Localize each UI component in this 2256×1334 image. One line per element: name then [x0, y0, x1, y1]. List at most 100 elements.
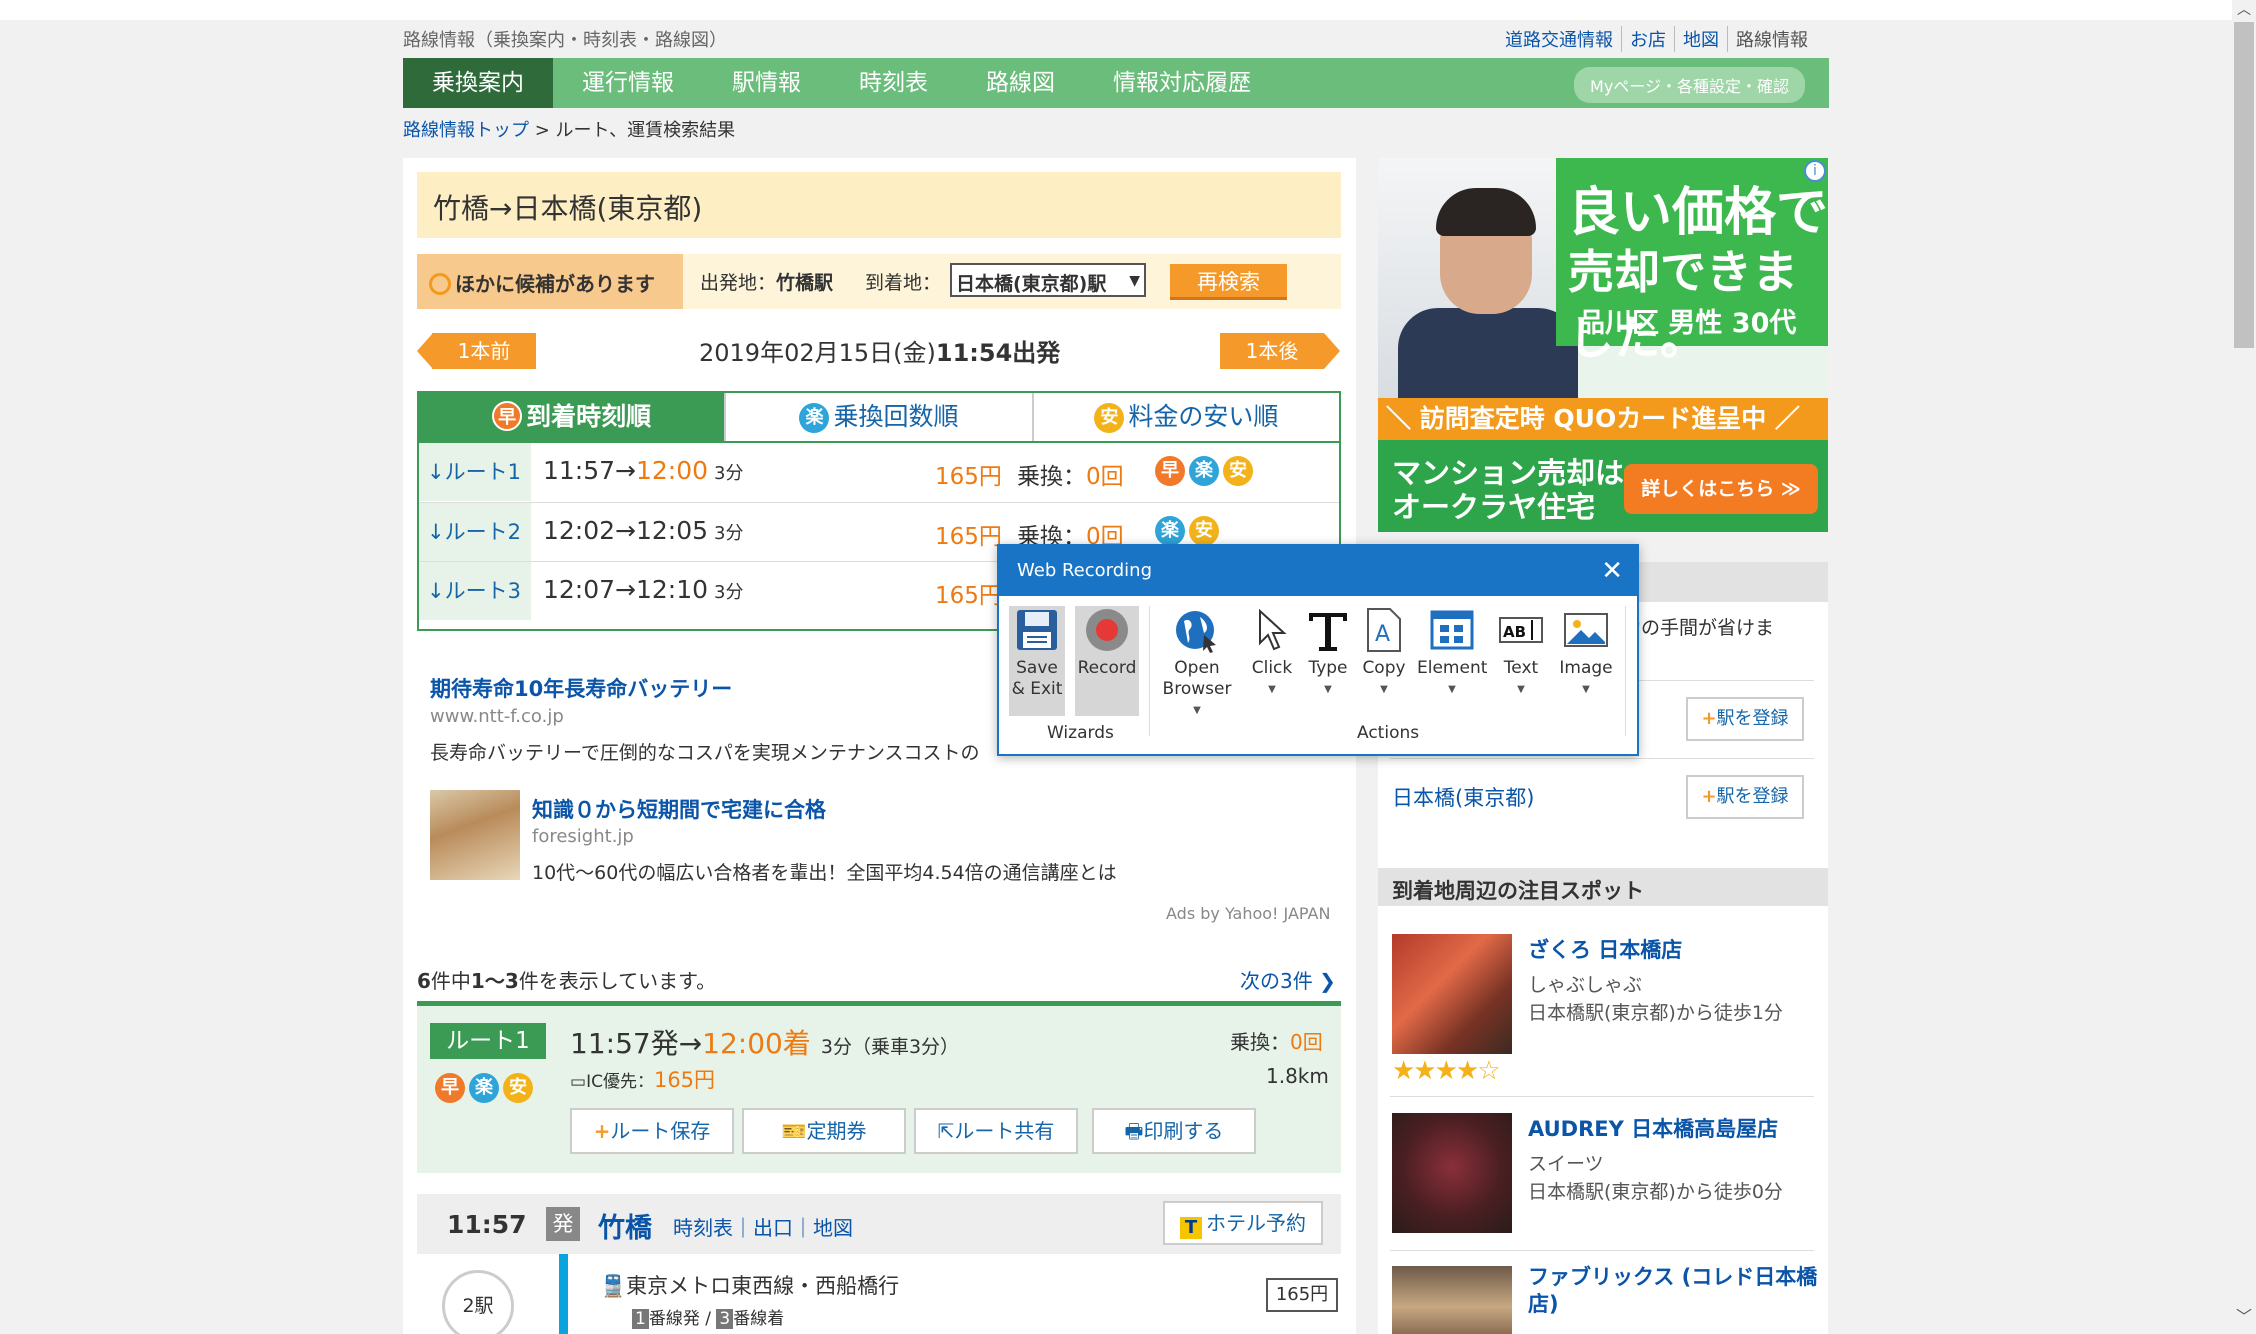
- nav-history[interactable]: 情報対応履歴: [1084, 58, 1280, 108]
- text-button[interactable]: AB Text ▼: [1495, 606, 1547, 700]
- spot-name[interactable]: ざくろ 日本橋店: [1528, 934, 1682, 964]
- spot-image[interactable]: [1392, 934, 1512, 1054]
- save-route-button[interactable]: +ルート保存: [570, 1108, 734, 1154]
- ad-url[interactable]: foresight.jp: [532, 826, 634, 847]
- next-train-button[interactable]: 1本後: [1220, 333, 1324, 369]
- candidate-notice[interactable]: ほかに候補があります: [417, 254, 683, 309]
- group-divider: [1625, 606, 1626, 736]
- route-row[interactable]: ↓ルート1 11:57→12:00 3分 165円 乗換：0回 早楽安: [419, 443, 1339, 502]
- ad-cta-button[interactable]: 詳しくはこちら ≫: [1624, 464, 1818, 514]
- tab-arrival-time[interactable]: 早到着時刻順: [419, 393, 725, 441]
- next-arrow-icon: [1324, 333, 1340, 369]
- tab-cheapest[interactable]: 安料金の安い順: [1031, 393, 1339, 441]
- cheap-badge-icon: 安: [1094, 403, 1125, 433]
- tool-label: Type: [1308, 658, 1348, 678]
- ad-image[interactable]: [430, 790, 520, 880]
- result-count: 6件中1～3件を表示しています。: [417, 965, 716, 994]
- mypage-button[interactable]: Myページ・各種設定・確認: [1574, 67, 1805, 103]
- share-route-button[interactable]: ⇱ルート共有: [914, 1108, 1078, 1154]
- pass-icon: 🎫: [781, 1119, 807, 1143]
- next-results-link[interactable]: 次の3件 ❯: [1240, 965, 1336, 994]
- dialog-title[interactable]: Web Recording: [999, 546, 1637, 596]
- breadcrumb-top[interactable]: 路線情報トップ: [403, 120, 529, 141]
- record-button[interactable]: Record: [1075, 606, 1139, 716]
- register-station-button[interactable]: +駅を登録: [1686, 697, 1804, 741]
- save-exit-button[interactable]: Save & Exit: [1009, 606, 1065, 716]
- spot-name[interactable]: ファブリックス (コレド日本橋店): [1528, 1264, 1818, 1318]
- ad-description: 10代～60代の幅広い合格者を輩出！全国平均4.54倍の通信講座とは: [532, 862, 1117, 884]
- image-icon: [1562, 606, 1610, 654]
- scroll-up-icon[interactable]: ︿: [2232, 0, 2256, 20]
- ad-title[interactable]: 知識０から短期間で宅建に合格: [532, 794, 826, 824]
- scrollbar-thumb[interactable]: [2234, 22, 2254, 348]
- top-links: 道路交通情報 お店 地図 路線情報: [1497, 26, 1816, 52]
- nav-service-info[interactable]: 運行情報: [553, 58, 703, 108]
- ad-url[interactable]: www.ntt-f.co.jp: [430, 706, 564, 727]
- hotel-label: ホテル予約: [1206, 1211, 1306, 1235]
- nav-route-map[interactable]: 路線図: [957, 58, 1084, 108]
- element-button[interactable]: Element ▼: [1417, 606, 1487, 700]
- chevron-down-icon: ▼: [1582, 684, 1590, 695]
- departure-tag: 発: [546, 1207, 580, 1241]
- commuter-pass-button[interactable]: 🎫定期券: [742, 1108, 906, 1154]
- nav-timetable[interactable]: 時刻表: [830, 58, 957, 108]
- station-name[interactable]: 竹橋: [598, 1206, 652, 1245]
- link-road-traffic[interactable]: 道路交通情報: [1497, 26, 1621, 52]
- hotel-button[interactable]: T ホテル予約: [1163, 1201, 1323, 1245]
- spot-image[interactable]: [1392, 1266, 1512, 1334]
- route-badges: 楽安: [1155, 516, 1223, 546]
- scroll-down-icon[interactable]: ﹀: [2232, 1300, 2256, 1334]
- tool-label: Element: [1417, 658, 1488, 678]
- ad-title[interactable]: 期待寿命10年長寿命バッテリー: [430, 673, 732, 703]
- route-transfers: 乗換：0回: [1017, 457, 1124, 491]
- link-shops[interactable]: お店: [1621, 26, 1674, 52]
- stops-count[interactable]: 2駅: [442, 1270, 514, 1334]
- nav-transfer[interactable]: 乗換案内: [403, 58, 553, 108]
- copy-button[interactable]: A Copy ▼: [1359, 606, 1409, 700]
- button-label: 駅を登録: [1716, 786, 1789, 807]
- spot-category: しゃぶしゃぶ: [1528, 974, 1643, 996]
- route-link[interactable]: ↓ルート3: [419, 562, 531, 620]
- register-station-button[interactable]: +駅を登録: [1686, 775, 1804, 819]
- chevron-down-icon: ▼: [1380, 684, 1388, 695]
- print-button[interactable]: 🖶印刷する: [1092, 1108, 1256, 1154]
- link-map[interactable]: 地図: [1674, 26, 1727, 52]
- route-duration: 3分: [714, 463, 744, 484]
- web-recording-dialog: Web Recording ✕ Save & Exit Record Open …: [997, 544, 1639, 756]
- spot-image[interactable]: [1392, 1113, 1512, 1233]
- nav-station-info[interactable]: 駅情報: [703, 58, 830, 108]
- info-icon[interactable]: i: [1804, 160, 1826, 182]
- link-route-info: 路線情報: [1727, 26, 1816, 52]
- image-button[interactable]: Image ▼: [1555, 606, 1617, 700]
- station-links[interactable]: 時刻表｜出口｜地図: [673, 1212, 853, 1241]
- sidebar-station[interactable]: 日本橋(東京都): [1392, 782, 1534, 812]
- spot-distance: 日本橋駅(東京都)から徒歩0分: [1528, 1181, 1783, 1203]
- button-label: 駅を登録: [1716, 708, 1789, 729]
- record-icon: [1083, 606, 1131, 654]
- ic-label: IC優先：: [586, 1072, 654, 1092]
- share-icon: ⇱: [937, 1119, 955, 1143]
- search-time: 11:54出発: [935, 339, 1061, 367]
- ic-card-icon: ▭: [570, 1072, 587, 1092]
- close-icon[interactable]: ✕: [1601, 546, 1623, 596]
- type-button[interactable]: Type ▼: [1303, 606, 1353, 700]
- easy-badge-icon: 楽: [799, 403, 830, 433]
- route-link[interactable]: ↓ルート2: [419, 503, 531, 561]
- open-browser-button[interactable]: Open Browser ▼: [1159, 606, 1235, 721]
- tool-label: Open Browser: [1162, 658, 1232, 699]
- spot-name[interactable]: AUDREY 日本橋高島屋店: [1528, 1113, 1778, 1143]
- result-text: 件中: [430, 969, 471, 993]
- route-link[interactable]: ↓ルート1: [419, 443, 531, 501]
- line-label: 東京メトロ東西線・西船橋行: [626, 1274, 900, 1298]
- banner-ad[interactable]: 良い価格で 売却できました。 品川区 男性 30代 ＼ 訪問査定時 QUOカード…: [1378, 158, 1828, 532]
- search-datetime: 2019年02月15日(金)11:54出発: [699, 333, 1060, 368]
- spot-category: スイーツ: [1528, 1153, 1604, 1175]
- prev-train-button[interactable]: 1本前: [432, 333, 536, 369]
- tab-transfers[interactable]: 楽乗換回数順: [724, 393, 1031, 441]
- result-total: 6: [417, 969, 431, 993]
- research-button[interactable]: 再検索: [1170, 264, 1287, 300]
- printer-icon: 🖶: [1124, 1119, 1144, 1143]
- click-button[interactable]: Click ▼: [1247, 606, 1297, 700]
- route-arrow: →: [615, 575, 636, 604]
- arrival-select[interactable]: 日本橋(東京都)駅 ▼: [950, 263, 1146, 297]
